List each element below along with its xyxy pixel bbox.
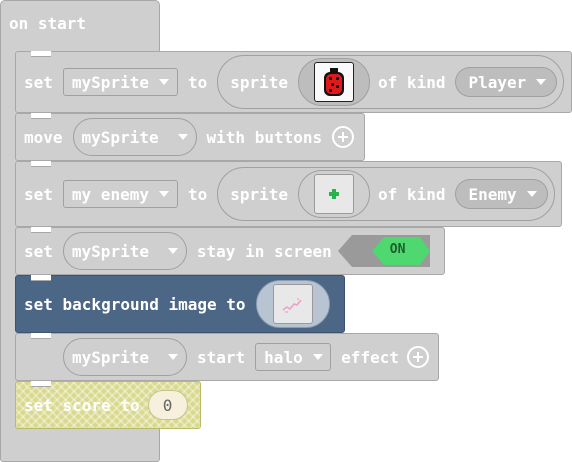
kind-value: Player (468, 72, 527, 92)
background-image-box[interactable] (272, 284, 313, 324)
effect-keyword: effect (341, 347, 399, 367)
stay-in-screen-keyword: stay in screen (196, 241, 332, 261)
score-value-input[interactable]: 0 (147, 390, 188, 420)
chevron-down-icon (168, 354, 178, 360)
kind-value: Enemy (468, 184, 517, 204)
block-notch (31, 161, 51, 167)
dropdown-value: mySprite (72, 347, 150, 367)
green-dot-icon (329, 189, 340, 199)
chevron-down-icon (158, 79, 169, 85)
block-notch (31, 113, 51, 119)
block-notch (31, 381, 51, 387)
set-background-image-block[interactable]: set background image to (15, 275, 345, 333)
sprite-variable-dropdown[interactable]: mySprite (72, 118, 197, 156)
sprite-variable-dropdown[interactable]: mySprite (63, 338, 187, 376)
stay-in-screen-toggle[interactable]: ON (337, 235, 430, 267)
to-keyword: to (187, 184, 208, 204)
chevron-down-icon (167, 248, 178, 254)
set-background-label: set background image to (24, 294, 246, 314)
sprite-keyword: sprite (230, 72, 289, 92)
start-keyword: start (197, 347, 246, 367)
sprite-keyword: sprite (230, 184, 289, 204)
sprite-variable-dropdown[interactable]: mySprite (62, 232, 187, 270)
set-keyword: set (24, 241, 53, 261)
chevron-down-icon (536, 79, 547, 85)
kind-dropdown[interactable]: Player (455, 67, 558, 97)
enemy-image-box[interactable] (314, 174, 355, 214)
toggle-value: ON (389, 242, 406, 257)
set-sprite-block-player[interactable]: set mySprite to sprite of kind Player (15, 51, 572, 113)
set-score-label: set score to (24, 395, 140, 415)
player-image-box[interactable] (314, 62, 355, 102)
toggle-shape (337, 235, 430, 267)
move-keyword: move (24, 127, 63, 147)
pink-scribble-icon (282, 298, 302, 313)
sprite-variable-dropdown[interactable]: my enemy (62, 180, 178, 208)
chevron-down-icon (526, 191, 537, 197)
kind-dropdown[interactable]: Enemy (455, 179, 548, 209)
background-image-field[interactable] (255, 280, 330, 328)
start-effect-block[interactable]: mySprite start halo effect (15, 333, 439, 381)
stay-in-screen-block[interactable]: set mySprite stay in screen ON (15, 227, 445, 275)
on-start-label: on start (9, 14, 87, 33)
dropdown-value: mySprite (71, 72, 149, 92)
plus-circle-icon[interactable] (406, 346, 429, 368)
move-with-buttons-block[interactable]: move mySprite with buttons (15, 113, 365, 161)
of-kind-keyword: of kind (378, 184, 446, 204)
set-keyword: set (24, 72, 53, 92)
set-keyword: set (24, 184, 53, 204)
sprite-of-kind-reporter[interactable]: sprite of kind Enemy (217, 167, 555, 221)
block-notch (31, 275, 51, 281)
with-buttons-keyword: with buttons (206, 127, 323, 147)
red-ladybug-icon (324, 68, 345, 96)
sprite-variable-dropdown[interactable]: mySprite (62, 68, 178, 96)
set-score-block[interactable]: set score to 0 (15, 381, 201, 429)
chevron-down-icon (312, 354, 323, 360)
to-keyword: to (187, 72, 208, 92)
block-notch (31, 51, 51, 57)
effect-value: halo (264, 347, 303, 367)
sprite-image-field[interactable] (298, 58, 371, 106)
effect-dropdown[interactable]: halo (255, 343, 332, 371)
block-notch (31, 333, 51, 339)
dropdown-value: my enemy (71, 184, 149, 204)
sprite-image-field[interactable] (298, 170, 371, 218)
chevron-down-icon (177, 134, 188, 140)
chevron-down-icon (158, 191, 169, 197)
dropdown-value: mySprite (71, 241, 149, 261)
of-kind-keyword: of kind (378, 72, 446, 92)
plus-circle-icon[interactable] (332, 126, 355, 148)
block-notch (31, 227, 51, 233)
dropdown-value: mySprite (81, 127, 159, 147)
set-sprite-block-enemy[interactable]: set my enemy to sprite of kind Enemy (15, 161, 562, 227)
sprite-of-kind-reporter[interactable]: sprite of kind Player (217, 55, 565, 109)
